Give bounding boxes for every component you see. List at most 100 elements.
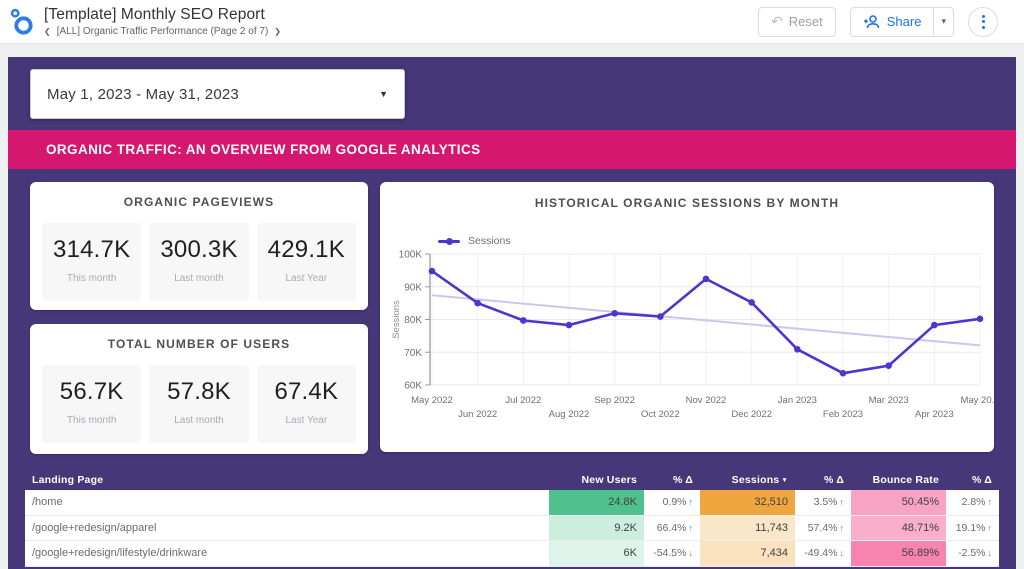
chart-title: HISTORICAL ORGANIC SESSIONS BY MONTH (534, 196, 840, 210)
section-banner-title: ORGANIC TRAFFIC: AN OVERVIEW FROM GOOGLE… (46, 142, 481, 157)
kebab-dot (981, 20, 985, 23)
bounce-delta-cell: 19.1% ↑ (955, 521, 993, 534)
svg-text:Jan 2023: Jan 2023 (778, 395, 817, 406)
metric-value: 300.3K (160, 236, 238, 263)
svg-text:Jun 2022: Jun 2022 (458, 409, 497, 420)
table-body: /home 24.8K 0.9% ↑ 32,510 3.5% ↑ 50.45% 2.8% ↑ /go… (25, 490, 999, 567)
svg-text:Jul 2022: Jul 2022 (505, 395, 541, 406)
arrow-up-icon: ↑ (688, 497, 694, 508)
column-header-delta-3[interactable]: % Δ (946, 474, 999, 486)
metric-label: Last month (174, 415, 224, 426)
metric-value: 57.8K (167, 378, 231, 405)
metric-label: Last Year (285, 415, 328, 426)
more-options-button[interactable] (968, 6, 998, 37)
arrow-up-icon: ↑ (987, 522, 993, 533)
kebab-dot (981, 25, 985, 29)
metric-value: 56.7K (59, 378, 124, 405)
svg-text:Aug 2022: Aug 2022 (549, 409, 590, 420)
new-users-cell: 24.8K (549, 490, 644, 515)
next-page-icon[interactable]: ❯ (274, 27, 281, 36)
column-header-sessions[interactable]: Sessions ▼ (700, 474, 795, 486)
share-split-button: Share ▾ (849, 6, 954, 37)
metric-label: This month (66, 273, 117, 284)
arrow-up-icon: ↑ (839, 497, 845, 508)
new-users-cell: 9.2K (549, 515, 644, 540)
column-header-landing-page[interactable]: Landing Page (25, 474, 549, 486)
sessions-line-chart: 60K 70K 80K 90K 100K May 2022 Jun 2022 Jul 2022… (391, 250, 994, 421)
line-series-icon (438, 237, 460, 245)
metric-tile: 314.7K This month (42, 223, 142, 301)
kebab-dot (981, 14, 985, 18)
new-users-delta-cell: -54.5% ↓ (653, 547, 693, 560)
svg-text:90K: 90K (404, 282, 422, 293)
new-users-delta-cell: 0.9% ↑ (662, 496, 694, 509)
chevron-down-icon: ▾ (941, 16, 946, 26)
column-header-delta-1[interactable]: % Δ (644, 474, 700, 486)
reset-button[interactable]: ↶ Reset (758, 6, 836, 37)
bounce-rate-cell: 56.89% (851, 541, 946, 566)
landing-page-cell: /google+redesign/lifestyle/drinkware (32, 547, 208, 560)
landing-page-cell: /google+redesign/apparel (32, 521, 157, 534)
report-canvas: May 1, 2023 - May 31, 2023 ▼ ORGANIC TRA… (8, 57, 1016, 569)
undo-icon: ↶ (771, 13, 783, 29)
chevron-down-icon: ▼ (379, 89, 388, 99)
arrow-down-icon: ↓ (987, 548, 993, 559)
bounce-delta-cell: 2.8% ↑ (961, 496, 993, 509)
chart-legend: Sessions (438, 235, 994, 247)
report-title: [Template] Monthly SEO Report (44, 6, 265, 23)
card-title: TOTAL NUMBER OF USERS (107, 337, 291, 351)
share-label: Share (886, 14, 922, 29)
svg-text:May 2022: May 2022 (411, 395, 453, 406)
metric-value: 314.7K (53, 236, 131, 263)
looker-studio-logo-icon (10, 8, 33, 35)
svg-text:Apr 2023: Apr 2023 (915, 409, 954, 420)
metric-label: This month (66, 415, 117, 426)
bounce-delta-cell: -2.5% ↓ (958, 547, 993, 560)
total-users-card: TOTAL NUMBER OF USERS 56.7K This month 5… (30, 324, 368, 454)
svg-text:Nov 2022: Nov 2022 (686, 395, 727, 406)
sessions-delta-cell: 3.5% ↑ (813, 496, 845, 509)
column-header-new-users[interactable]: New Users (549, 474, 644, 486)
bounce-rate-cell: 50.45% (851, 490, 946, 515)
arrow-up-icon: ↑ (839, 522, 845, 533)
svg-text:May 20...: May 20... (960, 395, 994, 406)
metric-value: 429.1K (267, 236, 345, 263)
bounce-rate-cell: 48.71% (851, 515, 946, 540)
table-row: /google+redesign/lifestyle/drinkware 6K -5… (25, 541, 999, 567)
new-users-cell: 6K (549, 541, 644, 566)
svg-text:Mar 2023: Mar 2023 (869, 395, 909, 406)
date-range-selector[interactable]: May 1, 2023 - May 31, 2023 ▼ (30, 69, 405, 119)
looker-studio-logo-icon[interactable] (0, 7, 44, 37)
share-button[interactable]: Share (851, 14, 934, 29)
metric-tile: 429.1K Last Year (256, 223, 356, 301)
sessions-cell: 7,434 (700, 541, 795, 566)
share-dropdown-button[interactable]: ▾ (933, 7, 953, 36)
svg-text:Feb 2023: Feb 2023 (823, 409, 863, 420)
metric-tile: 57.8K Last month (149, 365, 249, 443)
svg-text:70K: 70K (404, 348, 422, 359)
svg-text:60K: 60K (404, 381, 422, 392)
prev-page-icon[interactable]: ❮ (44, 27, 51, 36)
landing-page-table: Landing Page New Users % Δ Sessions ▼ % Δ… (25, 469, 999, 567)
arrow-up-icon: ↑ (688, 522, 694, 533)
arrow-down-icon: ↓ (839, 548, 845, 559)
legend-label: Sessions (468, 235, 511, 247)
date-range-value: May 1, 2023 - May 31, 2023 (47, 85, 239, 103)
metric-tile: 300.3K Last month (149, 223, 249, 301)
column-header-delta-2[interactable]: % Δ (795, 474, 851, 486)
new-users-delta-cell: 66.4% ↑ (656, 521, 694, 534)
table-header-row: Landing Page New Users % Δ Sessions ▼ % Δ… (25, 469, 999, 490)
arrow-up-icon: ↑ (987, 497, 993, 508)
current-page-label[interactable]: [ALL] Organic Traffic Performance (Page … (57, 26, 269, 37)
metric-value: 67.4K (274, 378, 339, 405)
landing-page-cell: /home (32, 496, 63, 509)
svg-text:Sessions: Sessions (391, 300, 402, 339)
sessions-delta-cell: 57.4% ↑ (807, 521, 845, 534)
column-header-bounce-rate[interactable]: Bounce Rate (851, 474, 946, 486)
person-add-icon (863, 14, 880, 28)
svg-text:Sep 2022: Sep 2022 (594, 395, 635, 406)
section-banner: ORGANIC TRAFFIC: AN OVERVIEW FROM GOOGLE… (8, 130, 1016, 169)
breadcrumb: ❮ [ALL] Organic Traffic Performance (Pag… (44, 26, 281, 37)
sessions-chart-card: HISTORICAL ORGANIC SESSIONS BY MONTH Ses… (380, 182, 994, 452)
svg-text:Oct 2022: Oct 2022 (641, 409, 680, 420)
